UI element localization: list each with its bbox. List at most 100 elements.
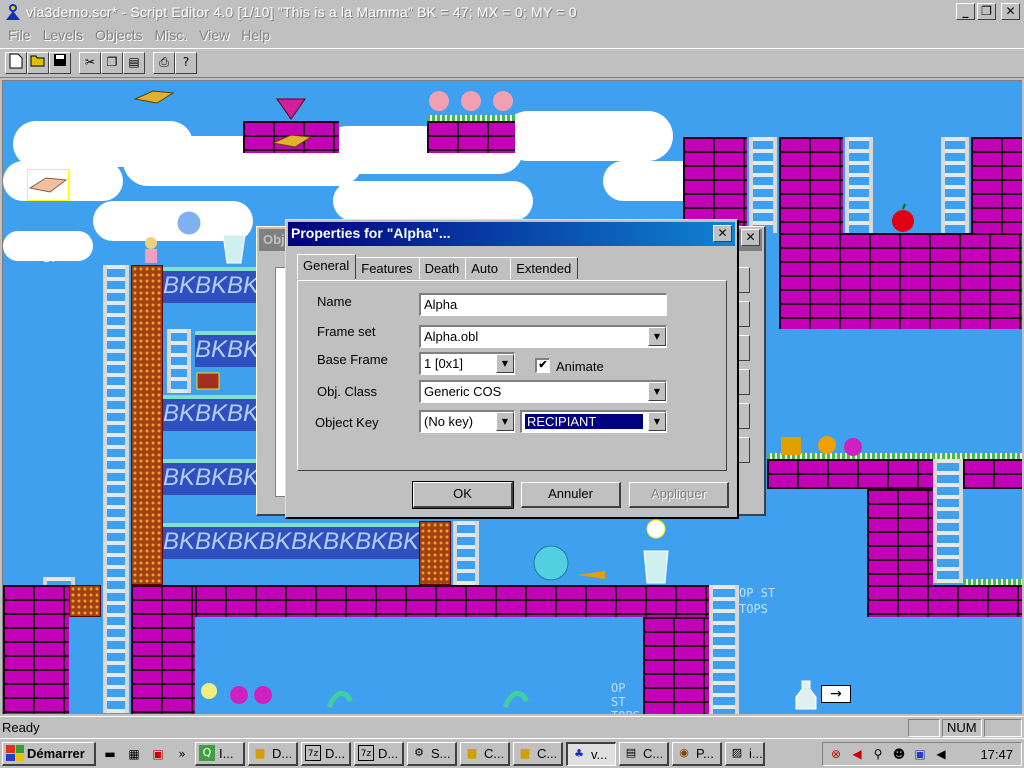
objkey-select[interactable]: (No key) ▼ (419, 410, 515, 433)
frameset-value: Alpha.obl (424, 329, 479, 344)
task-button[interactable]: ▆ C... (460, 741, 510, 766)
selected-object[interactable] (27, 169, 69, 201)
speaker-icon[interactable]: ◀ (932, 746, 950, 762)
bk-text: BKBKBK (163, 400, 259, 427)
minimize-button[interactable]: _ (956, 3, 975, 20)
volume-icon[interactable]: ◀ (848, 746, 866, 762)
chevron-down-icon[interactable]: ▼ (496, 412, 514, 431)
chevron-down-icon[interactable]: ▼ (496, 354, 514, 373)
menu-file[interactable]: File (2, 27, 37, 43)
brick-wall (779, 137, 843, 233)
chevron-down-icon[interactable]: ▼ (648, 382, 666, 401)
open-icon[interactable] (27, 52, 49, 74)
bird-icon (271, 134, 313, 148)
properties-dialog-close-button[interactable]: ✕ (713, 225, 732, 242)
bird-icon (28, 177, 68, 193)
app-icon[interactable] (4, 3, 22, 21)
ladder (453, 521, 479, 585)
brick-platform (767, 459, 933, 489)
start-button[interactable]: Démarrer (2, 741, 96, 766)
tab-features[interactable]: Features (355, 257, 420, 279)
items-icon (781, 436, 862, 456)
task-button[interactable]: ◉ P... (672, 741, 722, 766)
window-title: vla3demo.scr* - Script Editor 4.0 [1/10]… (26, 4, 577, 20)
ladder (941, 137, 969, 233)
bk-text: BKBKBKBKBKBKBKBKBKBKBK (163, 528, 419, 555)
start-label: Démarrer (27, 745, 85, 761)
save-icon[interactable] (49, 52, 71, 74)
restore-button[interactable]: ❐ (977, 3, 996, 20)
cancel-button[interactable]: Annuler (521, 482, 621, 508)
task-button[interactable]: 7z D... (301, 741, 351, 766)
paste-icon[interactable]: ▤ (123, 52, 145, 74)
menu-objects[interactable]: Objects (89, 27, 148, 43)
direction-sign: → (821, 685, 851, 703)
task-button[interactable]: ▆ C... (513, 741, 563, 766)
objects-dialog-close-button[interactable]: ✕ (741, 229, 760, 246)
ladder (709, 585, 739, 714)
vase-icon (222, 234, 246, 264)
carrot-icon (577, 571, 605, 579)
network-icon[interactable]: ▣ (911, 746, 929, 762)
status-bar: Ready NUM (0, 716, 1024, 738)
toolbar: ✂ ❐ ▤ ⎙ ? (0, 48, 1024, 78)
menu-levels[interactable]: Levels (37, 27, 89, 43)
apply-button[interactable]: Appliquer (629, 482, 729, 508)
more-icon[interactable]: » (172, 744, 192, 764)
tray-app-icon[interactable]: ⚲ (869, 746, 887, 762)
task-label: D... (325, 745, 346, 761)
snake-icon (326, 690, 354, 709)
baseframe-label: Base Frame (317, 352, 388, 367)
properties-dialog[interactable]: Properties for "Alpha"... ✕ General Feat… (285, 219, 739, 519)
tab-extended[interactable]: Extended (510, 257, 579, 279)
tab-general[interactable]: General (297, 254, 357, 279)
print-icon[interactable]: ⎙ (153, 52, 175, 74)
task-button[interactable]: ⚙ S... (407, 741, 457, 766)
ball-creature-icon (533, 545, 569, 581)
properties-dialog-title: Properties for "Alpha"... (288, 222, 735, 246)
tab-death[interactable]: Death (418, 257, 467, 279)
brick-wall (643, 617, 709, 714)
task-icon: Q (199, 745, 215, 761)
security-icon[interactable]: ⊗ (827, 746, 845, 762)
objkey-value: (No key) (424, 414, 474, 429)
frameset-select[interactable]: Alpha.obl ▼ (419, 325, 667, 348)
new-icon[interactable] (5, 52, 27, 74)
brick-platform (963, 459, 1022, 489)
task-button[interactable]: 7z D... (354, 741, 404, 766)
task-button[interactable]: ▨ i... (725, 741, 765, 766)
menu-help[interactable]: Help (235, 27, 276, 43)
folder-icon: ▆ (467, 746, 477, 759)
task-label: I... (219, 745, 234, 761)
apple-icon (892, 203, 914, 232)
desktop-icon[interactable]: ▬ (100, 744, 120, 764)
help-icon[interactable]: ? (175, 52, 197, 74)
task-button[interactable]: ▤ C... (619, 741, 669, 766)
tab-auto[interactable]: Auto (465, 257, 512, 279)
task-button-active[interactable]: ♣ v... (566, 741, 616, 766)
ladder (933, 459, 963, 583)
app-quicklaunch-icon[interactable]: ▣ (148, 744, 168, 764)
tray-app-icon[interactable]: ☻ (890, 746, 908, 762)
chevron-down-icon[interactable]: ▼ (648, 327, 666, 346)
name-field[interactable]: Alpha (419, 293, 667, 316)
objclass-select[interactable]: Generic COS ▼ (419, 380, 667, 403)
copy-icon[interactable]: ❐ (101, 52, 123, 74)
princess-icon (145, 237, 157, 263)
brick-wall (779, 233, 1022, 329)
cut-icon[interactable]: ✂ (79, 52, 101, 74)
animate-checkbox[interactable]: ✔ (535, 358, 550, 373)
objkey-target-select[interactable]: RECIPIANT ▼ (520, 410, 667, 433)
bk-block: BKBKBK (163, 395, 259, 431)
ok-button[interactable]: OK (412, 481, 514, 509)
task-label: i... (749, 745, 763, 761)
close-button[interactable]: ✕ (1001, 3, 1020, 20)
task-button[interactable]: ▆ D... (248, 741, 298, 766)
objclass-label: Obj. Class (317, 384, 377, 399)
baseframe-select[interactable]: 1 [0x1] ▼ (419, 352, 515, 375)
explorer-icon[interactable]: ▦ (124, 744, 144, 764)
menu-view[interactable]: View (193, 27, 235, 43)
chevron-down-icon[interactable]: ▼ (648, 412, 666, 431)
task-button[interactable]: Q I... (195, 741, 245, 766)
menu-misc[interactable]: Misc. (149, 27, 194, 43)
